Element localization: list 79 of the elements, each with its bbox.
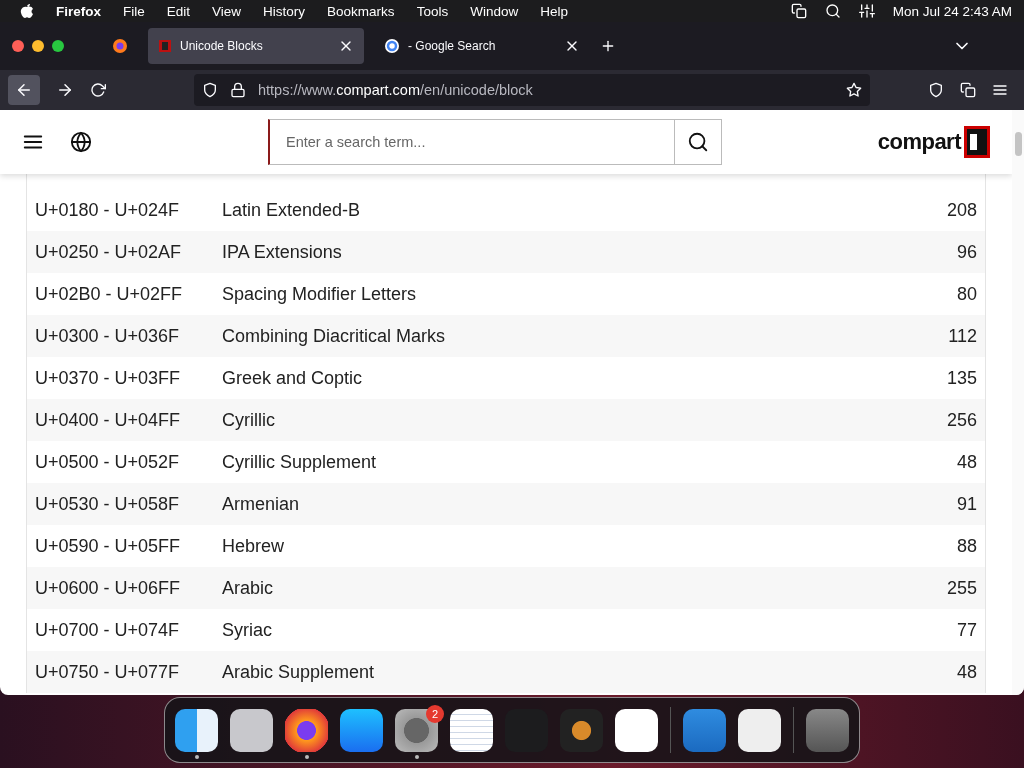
favicon-icon bbox=[158, 39, 172, 53]
app-menu[interactable]: Firefox bbox=[56, 3, 101, 19]
lock-icon[interactable] bbox=[230, 82, 246, 98]
table-cell-text: U+0400 - U+04FF bbox=[35, 409, 182, 431]
table-cell-text: 255 bbox=[945, 577, 977, 599]
table-cell-text: Cyrillic bbox=[222, 409, 276, 431]
browser-tab[interactable]: Unicode Blocks bbox=[148, 28, 364, 64]
table-cell-text: 77 bbox=[955, 619, 977, 641]
reload-icon[interactable] bbox=[90, 82, 106, 98]
menu-item[interactable]: Window bbox=[470, 3, 519, 19]
address-bar[interactable]: https://www.compart.com/en/unicode/block bbox=[194, 74, 870, 106]
clock[interactable]: Mon Jul 24 2:43 AM bbox=[892, 3, 1012, 19]
firefox-icon[interactable] bbox=[285, 708, 328, 752]
firefox-icon[interactable] bbox=[112, 38, 128, 54]
menu-item[interactable]: Edit bbox=[166, 3, 191, 19]
menu-item[interactable]: Help bbox=[540, 3, 568, 19]
menu-item[interactable]: File bbox=[123, 3, 145, 19]
shield-icon[interactable] bbox=[202, 82, 218, 98]
table-cell-text: 135 bbox=[945, 367, 977, 389]
menu-item[interactable]: Bookmarks bbox=[327, 3, 395, 19]
table-cell-text: U+0300 - U+036F bbox=[35, 325, 181, 347]
table-cell-text: U+0500 - U+052F bbox=[35, 451, 181, 473]
google-icon bbox=[384, 38, 400, 54]
table-cell-text: 48 bbox=[955, 661, 977, 683]
search-icon bbox=[687, 131, 709, 153]
table-cell-text: Armenian bbox=[222, 493, 301, 515]
zoom-icon[interactable] bbox=[52, 40, 64, 52]
table-cell-text: U+0590 - U+05FF bbox=[35, 535, 182, 557]
notepad-icon[interactable] bbox=[450, 708, 493, 752]
search-icon[interactable] bbox=[824, 3, 841, 19]
table-cell-text: Arabic bbox=[222, 577, 275, 599]
arrow-left-icon bbox=[15, 81, 33, 99]
table-cell-text: 80 bbox=[955, 283, 977, 305]
globe-icon[interactable] bbox=[70, 131, 92, 153]
table-cell-text: 88 bbox=[955, 535, 977, 557]
settings-icon[interactable] bbox=[395, 708, 438, 752]
back-button[interactable] bbox=[8, 75, 40, 105]
control-center-icon[interactable] bbox=[858, 3, 875, 19]
menu-item[interactable]: Tools bbox=[416, 3, 449, 19]
browser-tab[interactable]: - Google Search bbox=[374, 28, 590, 64]
star-icon[interactable] bbox=[846, 82, 862, 98]
table-cell-text: Cyrillic Supplement bbox=[222, 451, 378, 473]
table-cell-text: 96 bbox=[955, 241, 977, 263]
table-cell-text: Hebrew bbox=[222, 535, 286, 557]
table-cell-text: U+0700 - U+074F bbox=[35, 619, 181, 641]
table-cell-text: 112 bbox=[947, 325, 977, 347]
scrollbar-thumb[interactable] bbox=[1014, 132, 1022, 156]
table-cell-text: U+0370 - U+03FF bbox=[35, 367, 182, 389]
table-cell-text: 48 bbox=[955, 451, 977, 473]
apple-icon[interactable] bbox=[20, 1, 34, 21]
logo-text[interactable]: compart bbox=[877, 129, 961, 155]
table-cell-text: 256 bbox=[945, 409, 977, 431]
table-cell-text: IPA Extensions bbox=[222, 241, 343, 263]
table-cell-text: Greek and Coptic bbox=[222, 367, 364, 389]
menu-item[interactable]: View bbox=[212, 3, 242, 19]
notification-badge: 2 bbox=[426, 704, 444, 723]
table-cell-text: U+0250 - U+02AF bbox=[35, 241, 183, 263]
search-field[interactable]: Enter a search term... bbox=[268, 119, 674, 165]
table-cell-text: U+02B0 - U+02FF bbox=[35, 283, 184, 305]
table-cell-text: U+0180 - U+024F bbox=[35, 199, 181, 221]
table-cell-text: 208 bbox=[945, 199, 977, 221]
table-cell-text: Syriac bbox=[222, 619, 273, 641]
minimize-icon[interactable] bbox=[32, 40, 44, 52]
new-tab-icon[interactable] bbox=[600, 38, 616, 54]
logo-icon[interactable] bbox=[964, 126, 990, 158]
table-cell-text: U+0530 - U+058F bbox=[35, 493, 181, 515]
table-cell-text: Spacing Modifier Letters bbox=[222, 283, 418, 305]
table-cell-text: 91 bbox=[955, 493, 977, 515]
menu-item[interactable]: History bbox=[263, 3, 306, 19]
table-cell-text: Combining Diacritical Marks bbox=[222, 325, 447, 347]
search-button[interactable] bbox=[674, 119, 722, 165]
table-cell-text: U+0750 - U+077F bbox=[35, 661, 181, 683]
window-icon[interactable] bbox=[790, 3, 807, 19]
menu-icon[interactable] bbox=[992, 82, 1008, 98]
forward-icon[interactable] bbox=[56, 81, 74, 99]
table-cell-text: U+0600 - U+06FF bbox=[35, 577, 182, 599]
table-cell-text: Arabic Supplement bbox=[222, 661, 376, 683]
table-cell-text: Latin Extended-B bbox=[222, 199, 362, 221]
close-icon[interactable] bbox=[12, 40, 24, 52]
